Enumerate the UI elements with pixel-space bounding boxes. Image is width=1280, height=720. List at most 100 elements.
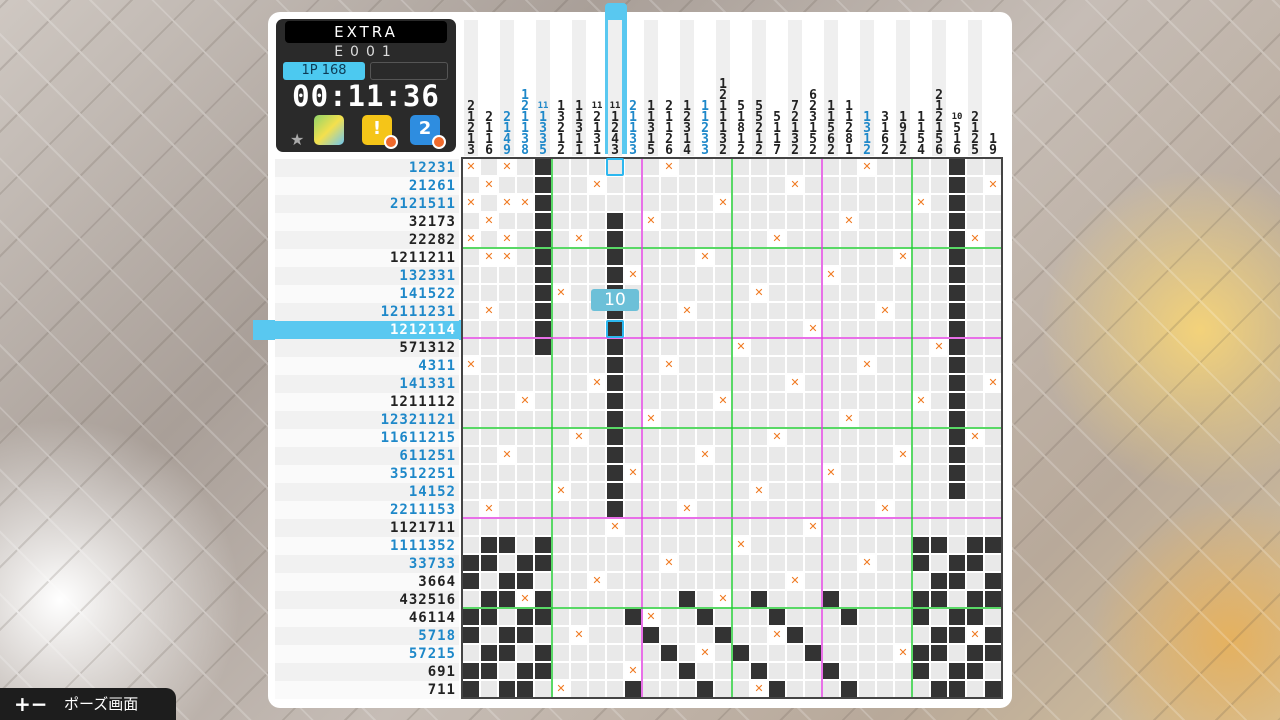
grid-cell[interactable]: [715, 681, 731, 697]
grid-cell[interactable]: [895, 393, 911, 409]
grid-cell[interactable]: [931, 195, 947, 211]
grid-cell[interactable]: [481, 537, 497, 553]
grid-cell[interactable]: [625, 393, 641, 409]
grid-cell[interactable]: [913, 681, 929, 697]
grid-cell[interactable]: [877, 231, 893, 247]
grid-cell[interactable]: [589, 537, 605, 553]
grid-cell[interactable]: [877, 681, 893, 697]
grid-cell[interactable]: [769, 465, 785, 481]
grid-cell[interactable]: [679, 177, 695, 193]
grid-cell[interactable]: [535, 681, 551, 697]
grid-cell[interactable]: [661, 231, 677, 247]
grid-cell[interactable]: [697, 663, 713, 679]
warning-icon[interactable]: !: [362, 115, 398, 149]
grid-cell[interactable]: [751, 555, 767, 571]
grid-cell[interactable]: [913, 213, 929, 229]
grid-cell[interactable]: [679, 411, 695, 427]
grid-cell[interactable]: [553, 249, 569, 265]
grid-cell[interactable]: [859, 447, 875, 463]
grid-cell[interactable]: [967, 663, 983, 679]
grid-cell[interactable]: [661, 411, 677, 427]
grid-cell[interactable]: [877, 357, 893, 373]
grid-cell[interactable]: [841, 483, 857, 499]
grid-cell[interactable]: [769, 519, 785, 535]
grid-cell[interactable]: [481, 555, 497, 571]
grid-cell[interactable]: [859, 285, 875, 301]
grid-cell[interactable]: [535, 303, 551, 319]
grid-cell[interactable]: [499, 303, 515, 319]
grid-cell[interactable]: [517, 627, 533, 643]
grid-cell[interactable]: [481, 213, 497, 229]
grid-cell[interactable]: [643, 573, 659, 589]
grid-cell[interactable]: [643, 375, 659, 391]
grid-cell[interactable]: [931, 303, 947, 319]
grid-cell[interactable]: [553, 429, 569, 445]
grid-cell[interactable]: [805, 321, 821, 337]
grid-cell[interactable]: [895, 609, 911, 625]
grid-cell[interactable]: [733, 267, 749, 283]
grid-cell[interactable]: [859, 483, 875, 499]
grid-cell[interactable]: [499, 663, 515, 679]
grid-cell[interactable]: [499, 393, 515, 409]
grid-cell[interactable]: [535, 573, 551, 589]
grid-cell[interactable]: [481, 249, 497, 265]
grid-cell[interactable]: [607, 537, 623, 553]
grid-cell[interactable]: [805, 375, 821, 391]
grid-cell[interactable]: [679, 501, 695, 517]
grid-cell[interactable]: [589, 249, 605, 265]
grid-cell[interactable]: [697, 681, 713, 697]
grid-cell[interactable]: [823, 375, 839, 391]
grid-cell[interactable]: [481, 411, 497, 427]
grid-cell[interactable]: [877, 555, 893, 571]
grid-cell[interactable]: [661, 447, 677, 463]
grid-cell[interactable]: [769, 627, 785, 643]
grid-cell[interactable]: [715, 375, 731, 391]
grid-cell[interactable]: [535, 285, 551, 301]
grid-cell[interactable]: [949, 447, 965, 463]
grid-cell[interactable]: [823, 483, 839, 499]
grid-cell[interactable]: [931, 375, 947, 391]
grid-cell[interactable]: [607, 213, 623, 229]
grid-cell[interactable]: [571, 321, 587, 337]
grid-cell[interactable]: [967, 285, 983, 301]
grid-cell[interactable]: [661, 339, 677, 355]
grid-cell[interactable]: [787, 159, 803, 175]
grid-cell[interactable]: [841, 429, 857, 445]
grid-cell[interactable]: [661, 159, 677, 175]
grid-cell[interactable]: [607, 267, 623, 283]
grid-cell[interactable]: [805, 339, 821, 355]
grid-cell[interactable]: [859, 339, 875, 355]
grid-cell[interactable]: [589, 663, 605, 679]
grid-cell[interactable]: [481, 501, 497, 517]
grid-cell[interactable]: [535, 321, 551, 337]
grid-cell[interactable]: [931, 627, 947, 643]
grid-cell[interactable]: [967, 393, 983, 409]
grid-cell[interactable]: [625, 249, 641, 265]
grid-cell[interactable]: [967, 339, 983, 355]
grid-cell[interactable]: [841, 555, 857, 571]
grid-cell[interactable]: [553, 321, 569, 337]
grid-cell[interactable]: [787, 555, 803, 571]
grid-cell[interactable]: [805, 429, 821, 445]
grid-cell[interactable]: [859, 267, 875, 283]
grid-cell[interactable]: [517, 681, 533, 697]
grid-cell[interactable]: [571, 447, 587, 463]
grid-cell[interactable]: [823, 177, 839, 193]
grid-cell[interactable]: [625, 537, 641, 553]
grid-cell[interactable]: [913, 303, 929, 319]
grid-cell[interactable]: [877, 285, 893, 301]
grid-cell[interactable]: [823, 501, 839, 517]
grid-cell[interactable]: [607, 357, 623, 373]
grid-cell[interactable]: [895, 483, 911, 499]
grid-cell[interactable]: [643, 195, 659, 211]
grid-cell[interactable]: [481, 609, 497, 625]
grid-cell[interactable]: [517, 339, 533, 355]
grid-cell[interactable]: [697, 483, 713, 499]
grid-cell[interactable]: [589, 555, 605, 571]
grid-cell[interactable]: [841, 591, 857, 607]
grid-cell[interactable]: [499, 519, 515, 535]
grid-cell[interactable]: [985, 339, 1001, 355]
grid-cell[interactable]: [913, 393, 929, 409]
grid-cell[interactable]: [715, 213, 731, 229]
grid-cell[interactable]: [949, 537, 965, 553]
